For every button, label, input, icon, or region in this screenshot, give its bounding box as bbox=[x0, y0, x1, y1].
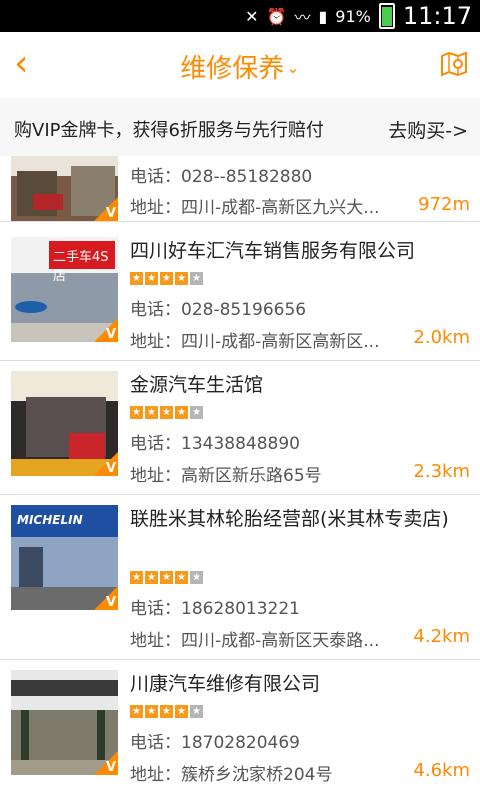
shop-distance: 2.0km bbox=[413, 327, 470, 348]
shop-distance: 2.3km bbox=[413, 461, 470, 482]
star-icon: ★ bbox=[175, 406, 188, 419]
mute-icon: ✕ bbox=[245, 6, 259, 26]
star-empty-icon: ★ bbox=[190, 705, 203, 718]
shop-photo: MICHELIN V bbox=[11, 505, 118, 610]
clock: 11:17 bbox=[402, 2, 472, 30]
vip-badge-label: V bbox=[105, 327, 116, 342]
star-empty-icon: ★ bbox=[190, 406, 203, 419]
signal-icon: ▮ bbox=[318, 6, 328, 26]
buy-link[interactable]: 去购买-> bbox=[388, 116, 468, 143]
star-icon: ★ bbox=[175, 272, 188, 285]
shop-phone[interactable]: 电话：028--85182880 bbox=[130, 162, 312, 187]
rating-stars: ★ ★ ★ ★ ★ bbox=[130, 406, 203, 419]
list-item[interactable]: V 电话：028--85182880 地址：四川-成都-高新区九兴大... 97… bbox=[0, 156, 480, 222]
shop-photo: 二手车4S店 V bbox=[11, 237, 118, 342]
star-icon: ★ bbox=[130, 406, 143, 419]
shop-name[interactable]: 金源汽车生活馆 bbox=[130, 371, 460, 399]
vip-badge-label: V bbox=[105, 595, 116, 610]
shop-address: 地址：四川-成都-高新区高新区... bbox=[130, 332, 380, 352]
list-item[interactable]: V 川康汽车维修有限公司 ★ ★ ★ ★ ★ 电话：18702820469 地址：簇桥乡… bbox=[0, 660, 480, 800]
star-icon: ★ bbox=[175, 571, 188, 584]
page-title[interactable]: 维修保养 ⌄ bbox=[0, 48, 480, 85]
star-icon: ★ bbox=[160, 406, 173, 419]
vip-badge-label: V bbox=[105, 206, 116, 221]
star-icon: ★ bbox=[130, 705, 143, 718]
star-icon: ★ bbox=[160, 272, 173, 285]
shop-name[interactable]: 四川好车汇汽车销售服务有限公司 bbox=[130, 237, 460, 265]
star-empty-icon: ★ bbox=[190, 272, 203, 285]
list-item[interactable]: V 金源汽车生活馆 ★ ★ ★ ★ ★ 电话：13438848890 地址：高新区新乐路… bbox=[0, 361, 480, 495]
star-icon: ★ bbox=[145, 272, 158, 285]
star-icon: ★ bbox=[130, 571, 143, 584]
page-title-text: 维修保养 bbox=[180, 54, 285, 84]
vip-badge-label: V bbox=[105, 461, 116, 476]
star-empty-icon: ★ bbox=[190, 571, 203, 584]
battery-icon bbox=[378, 3, 395, 29]
shop-distance: 4.2km bbox=[413, 626, 470, 647]
shop-sign: MICHELIN bbox=[17, 513, 83, 527]
map-pin-icon[interactable] bbox=[440, 50, 468, 78]
app-bar: ‹ 维修保养 ⌄ bbox=[0, 32, 480, 99]
star-icon: ★ bbox=[160, 571, 173, 584]
star-icon: ★ bbox=[145, 571, 158, 584]
rating-stars: ★ ★ ★ ★ ★ bbox=[130, 272, 203, 285]
chevron-down-icon: ⌄ bbox=[286, 58, 300, 77]
shop-phone[interactable]: 电话：18702820469 bbox=[130, 728, 300, 753]
star-icon: ★ bbox=[145, 406, 158, 419]
status-bar: ✕ ⏰ 〰 ▮ 91% 11:17 bbox=[0, 0, 480, 32]
star-icon: ★ bbox=[145, 705, 158, 718]
star-icon: ★ bbox=[175, 705, 188, 718]
vip-badge-label: V bbox=[105, 760, 116, 775]
alarm-icon: ⏰ bbox=[266, 6, 287, 26]
star-icon: ★ bbox=[160, 705, 173, 718]
wifi-icon: 〰 bbox=[294, 8, 311, 27]
battery-percent: 91% bbox=[335, 6, 371, 26]
shop-name[interactable]: 联胜米其林轮胎经营部(米其林专卖店) bbox=[130, 505, 460, 533]
shop-address: 地址：四川-成都-高新区天泰路... bbox=[130, 631, 380, 651]
shop-photo: V bbox=[11, 670, 118, 775]
status-icons: ✕ ⏰ 〰 ▮ 91% 11:17 bbox=[245, 0, 472, 32]
shop-address: 地址：高新区新乐路65号 bbox=[130, 466, 322, 486]
vip-promo-banner[interactable]: 购VIP金牌卡，获得6折服务与先行赔付 去购买-> bbox=[0, 98, 480, 157]
shop-photo: V bbox=[11, 371, 118, 476]
shop-phone[interactable]: 电话：028-85196656 bbox=[130, 295, 306, 320]
rating-stars: ★ ★ ★ ★ ★ bbox=[130, 571, 203, 584]
star-icon: ★ bbox=[130, 272, 143, 285]
shop-distance: 4.6km bbox=[413, 760, 470, 781]
promo-text: 购VIP金牌卡，获得6折服务与先行赔付 bbox=[14, 120, 324, 141]
shop-address: 地址：簇桥乡沈家桥204号 bbox=[130, 765, 333, 785]
shop-list[interactable]: V 电话：028--85182880 地址：四川-成都-高新区九兴大... 97… bbox=[0, 156, 480, 800]
shop-address: 地址：四川-成都-高新区九兴大... bbox=[130, 198, 380, 218]
shop-phone[interactable]: 电话：13438848890 bbox=[130, 429, 300, 454]
shop-distance: 972m bbox=[418, 194, 470, 215]
shop-photo: V bbox=[11, 156, 118, 221]
rating-stars: ★ ★ ★ ★ ★ bbox=[130, 705, 203, 718]
list-item[interactable]: 二手车4S店 V 四川好车汇汽车销售服务有限公司 ★ ★ ★ ★ ★ 电话：028-85… bbox=[0, 227, 480, 361]
list-item[interactable]: MICHELIN V 联胜米其林轮胎经营部(米其林专卖店) ★ ★ ★ ★ ★ 电话：1… bbox=[0, 495, 480, 660]
shop-sign: 二手车4S店 bbox=[53, 250, 109, 284]
shop-phone[interactable]: 电话：18628013221 bbox=[130, 594, 300, 619]
shop-name[interactable]: 川康汽车维修有限公司 bbox=[130, 670, 460, 698]
